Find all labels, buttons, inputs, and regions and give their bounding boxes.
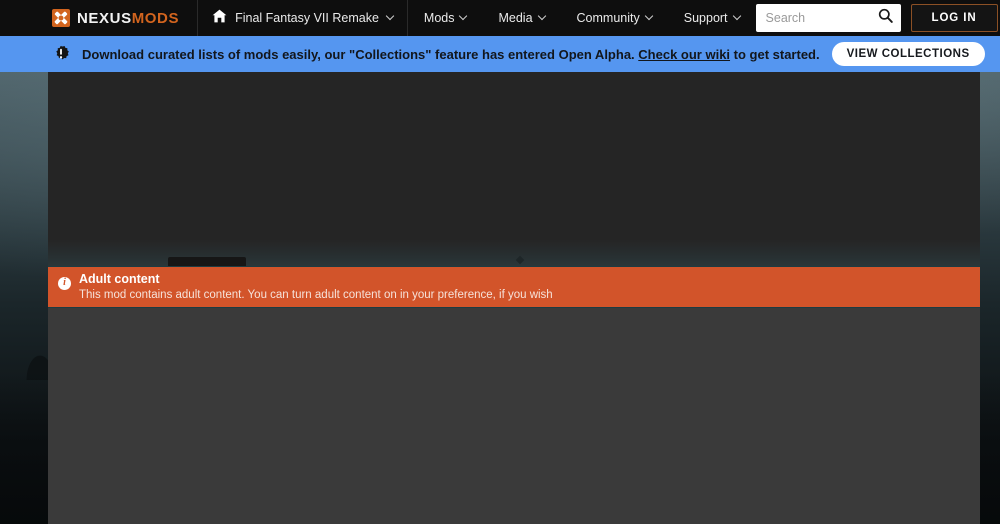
adult-content-copy: Adult content This mod contains adult co… bbox=[79, 273, 553, 301]
mod-hero-image-placeholder bbox=[48, 72, 980, 266]
adult-content-notice: i Adult content This mod contains adult … bbox=[48, 266, 980, 308]
chevron-down-icon bbox=[386, 12, 394, 20]
chevron-down-icon bbox=[732, 12, 740, 20]
announcement-text-before: Download curated lists of mods easily, o… bbox=[82, 47, 638, 62]
chevron-down-icon bbox=[537, 12, 545, 20]
mod-details-body-placeholder bbox=[48, 308, 980, 524]
home-icon bbox=[212, 9, 227, 28]
collections-announcement-banner: Download curated lists of mods easily, o… bbox=[0, 36, 1000, 72]
nav-item-label: Community bbox=[577, 11, 640, 25]
view-collections-button[interactable]: VIEW COLLECTIONS bbox=[832, 42, 985, 66]
announcement-actions: VIEW COLLECTIONS bbox=[832, 42, 1000, 66]
brand-word-nexus: NEXUS bbox=[77, 10, 132, 27]
exclamation-badge-icon bbox=[52, 45, 70, 63]
chevron-down-icon bbox=[645, 12, 653, 20]
search-box[interactable] bbox=[756, 4, 901, 32]
wiki-link[interactable]: Check our wiki bbox=[638, 47, 730, 62]
nav-item-label: Support bbox=[684, 11, 728, 25]
main-content-panel: i Adult content This mod contains adult … bbox=[48, 72, 980, 524]
adult-content-description: This mod contains adult content. You can… bbox=[79, 289, 553, 302]
log-in-button[interactable]: LOG IN bbox=[911, 4, 998, 32]
nav-item-label: Mods bbox=[424, 11, 455, 25]
current-game-selector[interactable]: Final Fantasy VII Remake bbox=[197, 0, 408, 36]
primary-nav-items: Mods Media Community Support bbox=[408, 0, 756, 36]
search-icon[interactable] bbox=[878, 8, 893, 28]
current-game-label: Final Fantasy VII Remake bbox=[235, 11, 379, 25]
topbar-actions: LOG IN REGISTER bbox=[756, 0, 1000, 36]
brand-word-mods: MODS bbox=[132, 10, 179, 27]
nav-item-label: Media bbox=[498, 11, 532, 25]
search-input[interactable] bbox=[766, 11, 878, 25]
chevron-down-icon bbox=[459, 12, 467, 20]
site-logo-link[interactable]: NEXUSMODS bbox=[0, 0, 197, 36]
hero-artifact bbox=[168, 257, 246, 266]
announcement-text-after: to get started. bbox=[730, 47, 820, 62]
announcement-text: Download curated lists of mods easily, o… bbox=[82, 47, 820, 62]
nav-item-community[interactable]: Community bbox=[561, 0, 668, 36]
nav-item-media[interactable]: Media bbox=[482, 0, 560, 36]
nav-item-support[interactable]: Support bbox=[668, 0, 756, 36]
top-navigation-bar: NEXUSMODS Final Fantasy VII Remake Mods … bbox=[0, 0, 1000, 36]
info-circle-icon: i bbox=[58, 277, 71, 290]
brand-wordmark: NEXUSMODS bbox=[77, 10, 179, 27]
adult-content-title: Adult content bbox=[79, 273, 553, 287]
nav-item-mods[interactable]: Mods bbox=[408, 0, 483, 36]
nexus-logo-icon bbox=[52, 9, 70, 27]
